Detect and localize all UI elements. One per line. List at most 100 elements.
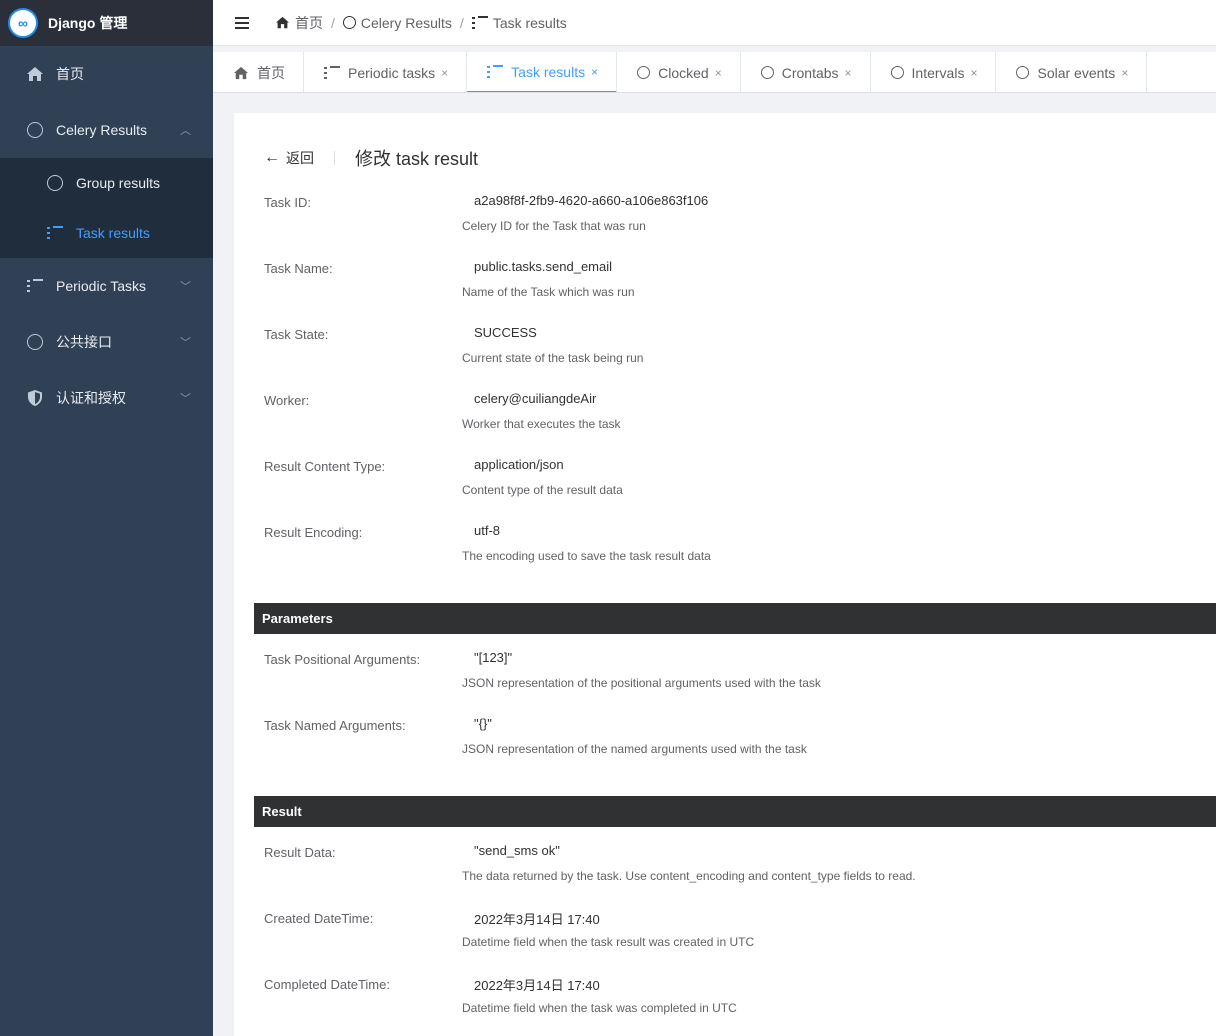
close-icon[interactable]: ×: [1121, 66, 1128, 80]
sidebar-item-label: Periodic Tasks: [56, 278, 147, 294]
sidebar-item-periodic-tasks[interactable]: Periodic Tasks ﹀: [0, 258, 213, 314]
tab-periodic-tasks[interactable]: Periodic tasks ×: [304, 52, 468, 92]
change-form-card: ← 返回 修改 task result Task ID: a2a98f8f-2f…: [234, 113, 1216, 1036]
field-help: The encoding used to save the task resul…: [462, 549, 711, 563]
tab-bar: 首页 Periodic tasks × Task results × Clock…: [213, 52, 1216, 93]
list-icon: [487, 64, 504, 79]
breadcrumb: 首页 / Celery Results / Task results: [275, 13, 567, 33]
field-value: 2022年3月14日 17:40: [474, 978, 600, 993]
breadcrumb-label: Task results: [492, 14, 567, 31]
fieldset-heading-parameters: Parameters: [254, 603, 1216, 634]
sidebar-item-home[interactable]: 首页: [0, 46, 213, 102]
circle-icon: [890, 66, 904, 79]
submenu-celery-results: Group results Task results: [0, 158, 213, 258]
tab-label: 首页: [257, 64, 285, 81]
tab-task-results[interactable]: Task results ×: [467, 52, 618, 92]
sidebar-item-group-results[interactable]: Group results: [0, 158, 213, 208]
chevron-down-icon: ﹀: [180, 337, 191, 349]
tab-crontabs[interactable]: Crontabs ×: [741, 52, 871, 92]
arrow-left-icon: ←: [264, 149, 280, 166]
top-header: 首页 / Celery Results / Task results: [213, 0, 1216, 46]
field-help: The data returned by the task. Use conte…: [462, 869, 916, 883]
field-label: Task ID:: [264, 195, 311, 210]
tab-home[interactable]: 首页: [213, 52, 304, 92]
circle-icon: [760, 66, 774, 79]
field-value: "send_sms ok": [474, 843, 560, 858]
field-help: JSON representation of the named argumen…: [462, 742, 807, 756]
circle-icon: [1016, 66, 1030, 79]
home-icon: [275, 16, 290, 29]
page-header: ← 返回 修改 task result: [264, 145, 478, 171]
field-value: a2a98f8f-2fb9-4620-a660-a106e863f106: [474, 193, 709, 208]
field-value: SUCCESS: [474, 325, 537, 340]
circle-icon: [342, 16, 356, 29]
field-label: Result Content Type:: [264, 459, 386, 474]
list-icon: [46, 224, 64, 242]
circle-icon: [637, 66, 651, 79]
field-value: application/json: [474, 457, 564, 472]
field-help: Worker that executes the task: [462, 417, 621, 431]
breadcrumb-separator: /: [331, 14, 335, 31]
list-icon: [324, 65, 340, 80]
infinity-logo-icon: ∞: [8, 8, 38, 38]
tab-label: Clocked: [658, 64, 709, 81]
tab-label: Task results: [511, 63, 586, 80]
sidebar-item-label: 认证和授权: [56, 390, 126, 406]
field-label: Worker:: [264, 393, 310, 408]
field-label: Completed DateTime:: [264, 977, 390, 992]
field-value: "{}": [474, 716, 492, 731]
chevron-down-icon: ﹀: [180, 281, 191, 293]
breadcrumb-label: Celery Results: [360, 14, 452, 31]
field-label: Task Positional Arguments:: [264, 652, 421, 667]
breadcrumb-item-celery-results[interactable]: Celery Results: [342, 14, 452, 31]
app-title: Django 管理: [48, 15, 128, 31]
sidebar-item-celery-results[interactable]: Celery Results ︿: [0, 102, 213, 158]
fieldset-heading-result: Result: [254, 796, 1216, 827]
breadcrumb-item-home[interactable]: 首页: [275, 13, 323, 33]
shield-icon: [26, 389, 44, 407]
sidebar: ∞ Django 管理 首页 Celery Results ︿ Group re…: [0, 0, 213, 1036]
field-value: 2022年3月14日 17:40: [474, 912, 600, 927]
close-icon[interactable]: ×: [441, 66, 448, 80]
field-help: Current state of the task being run: [462, 351, 644, 365]
page-title: 修改 task result: [355, 149, 479, 169]
tab-intervals[interactable]: Intervals ×: [871, 52, 997, 92]
home-icon: [26, 65, 44, 83]
field-value: public.tasks.send_email: [474, 259, 613, 274]
back-label: 返回: [286, 150, 314, 166]
hamburger-menu-icon[interactable]: [235, 16, 249, 29]
logo[interactable]: ∞ Django 管理: [0, 0, 213, 46]
chevron-up-icon: ︿: [180, 125, 191, 137]
field-label: Task State:: [264, 327, 329, 342]
close-icon[interactable]: ×: [591, 65, 598, 79]
sidebar-item-auth[interactable]: 认证和授权 ﹀: [0, 370, 213, 426]
list-icon: [471, 15, 488, 30]
sidebar-item-public-api[interactable]: 公共接口 ﹀: [0, 314, 213, 370]
tab-solar-events[interactable]: Solar events ×: [996, 52, 1148, 92]
home-icon: [233, 66, 249, 80]
back-button[interactable]: ← 返回: [264, 148, 314, 168]
tab-label: Intervals: [911, 64, 965, 81]
sidebar-item-label: Group results: [76, 175, 161, 191]
close-icon[interactable]: ×: [970, 66, 977, 80]
field-help: Datetime field when the task was complet…: [462, 1001, 737, 1015]
field-label: Task Name:: [264, 261, 333, 276]
field-help: JSON representation of the positional ar…: [462, 676, 821, 690]
close-icon[interactable]: ×: [845, 66, 852, 80]
sidebar-item-task-results[interactable]: Task results: [0, 208, 213, 258]
breadcrumb-label: 首页: [295, 14, 323, 31]
divider: [334, 151, 335, 165]
field-value: celery@cuiliangdeAir: [474, 391, 597, 406]
field-label: Result Encoding:: [264, 525, 363, 540]
field-help: Celery ID for the Task that was run: [462, 219, 646, 233]
sidebar-item-label: Celery Results: [56, 122, 148, 138]
close-icon[interactable]: ×: [715, 66, 722, 80]
breadcrumb-separator: /: [459, 14, 464, 31]
field-value: "[123]": [474, 650, 513, 665]
tab-label: Crontabs: [781, 64, 839, 81]
field-label: Task Named Arguments:: [264, 718, 406, 733]
sidebar-item-label: 公共接口: [56, 334, 112, 350]
circle-icon: [46, 174, 64, 192]
tab-clocked[interactable]: Clocked ×: [617, 52, 741, 92]
list-icon: [26, 277, 44, 295]
